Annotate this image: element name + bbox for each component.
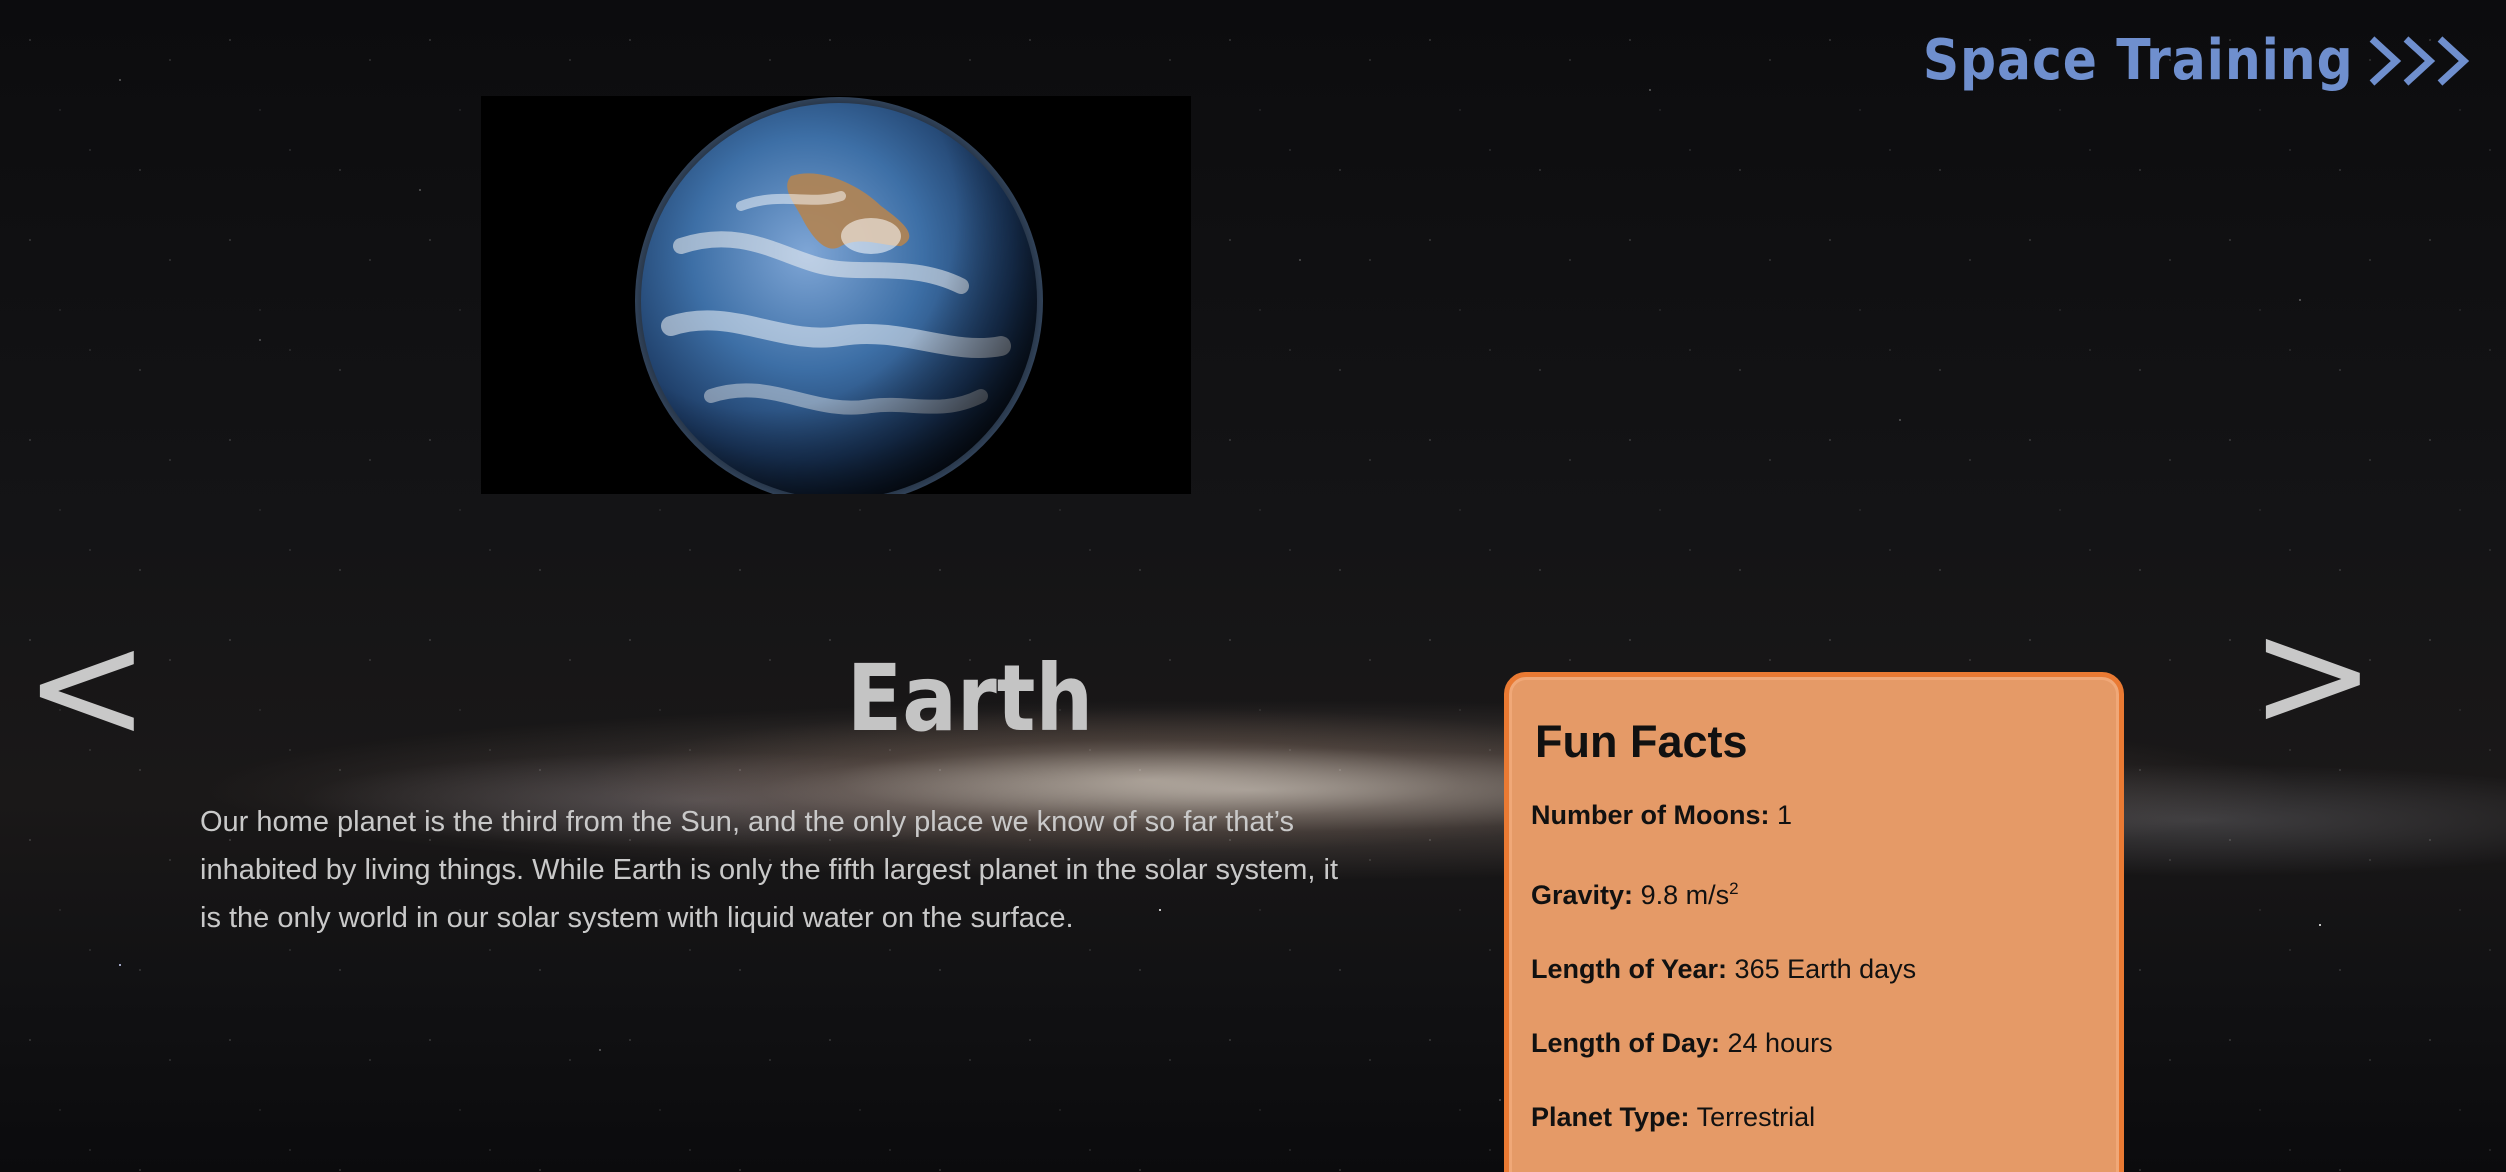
- fact-length-of-year: Length of Year: 365 Earth days: [1531, 951, 2095, 987]
- previous-planet-button[interactable]: <: [24, 612, 150, 762]
- fact-label: Number of Moons:: [1531, 799, 1770, 830]
- fact-number-of-moons: Number of Moons: 1: [1531, 797, 2095, 833]
- fact-length-of-day: Length of Day: 24 hours: [1531, 1025, 2095, 1061]
- planet-image: [481, 96, 1191, 494]
- fact-value: Terrestrial: [1696, 1101, 1816, 1132]
- planet-name-heading: Earth: [846, 645, 1094, 752]
- fact-label: Planet Type:: [1531, 1101, 1690, 1132]
- space-training-label: Space Training: [1923, 28, 2354, 93]
- fact-label: Length of Day:: [1531, 1027, 1720, 1058]
- fact-gravity: Gravity: 9.8 m/s2: [1531, 871, 2095, 913]
- starfield-dense: [0, 0, 2506, 1172]
- fact-value: 9.8 m/s: [1640, 879, 1730, 910]
- fun-facts-card: Fun Facts Number of Moons: 1 Gravity: 9.…: [1504, 672, 2124, 1172]
- planet-description: Our home planet is the third from the Su…: [200, 806, 1339, 934]
- fact-label: Length of Year:: [1531, 953, 1728, 984]
- next-planet-button[interactable]: >: [2250, 600, 2376, 750]
- fact-value: 24 hours: [1727, 1027, 1833, 1058]
- triple-chevron-right-icon: [2366, 31, 2476, 91]
- fun-facts-title: Fun Facts: [1535, 716, 1748, 767]
- fact-value: 365 Earth days: [1734, 953, 1917, 984]
- fact-planet-type: Planet Type: Terrestrial: [1531, 1099, 2095, 1135]
- fact-label: Gravity:: [1531, 879, 1634, 910]
- space-training-link[interactable]: Space Training: [1875, 28, 2476, 93]
- earth-globe-image: [481, 96, 1191, 494]
- fact-value-superscript: 2: [1729, 878, 1739, 898]
- fact-value: 1: [1777, 799, 1793, 830]
